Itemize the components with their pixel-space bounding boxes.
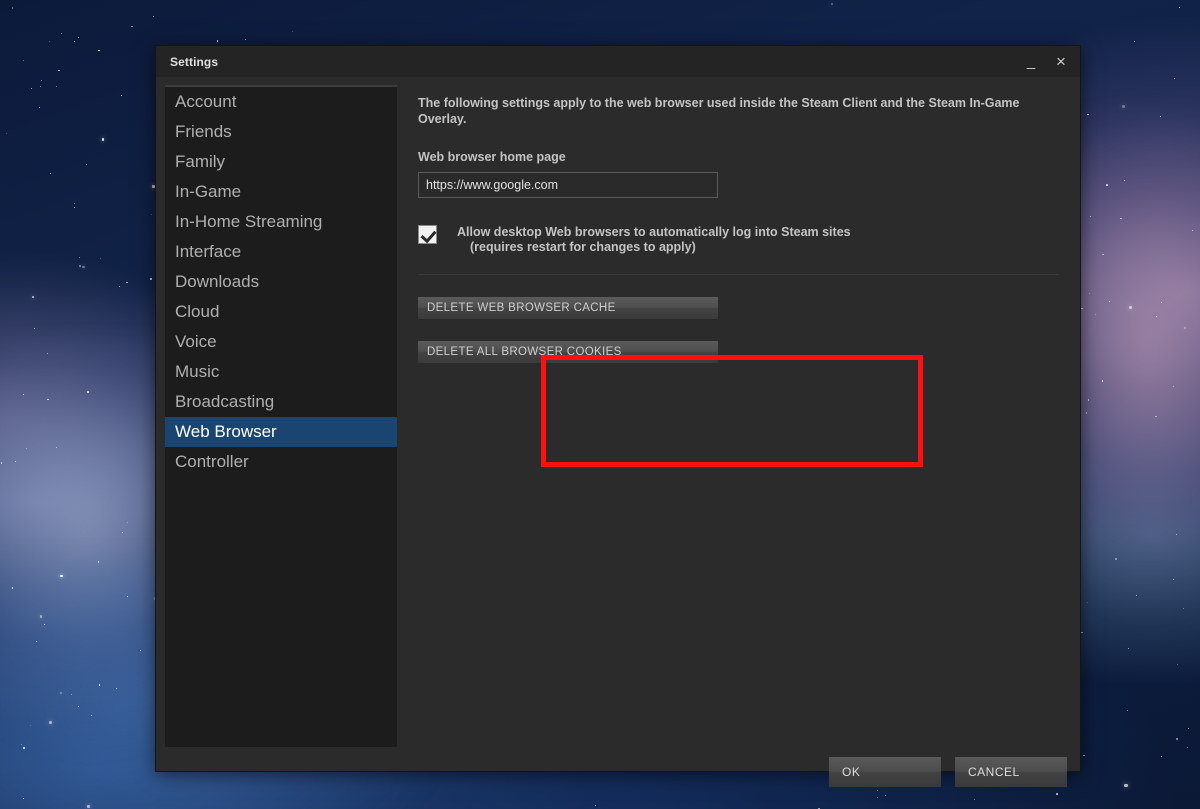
sidebar-item-family[interactable]: Family [165,147,397,177]
close-icon[interactable]: × [1046,49,1076,75]
sidebar-item-label: Controller [175,452,249,472]
cancel-button[interactable]: CANCEL [955,757,1067,787]
sidebar-item-voice[interactable]: Voice [165,327,397,357]
sidebar-item-label: Account [175,92,236,112]
sidebar-item-in-game[interactable]: In-Game [165,177,397,207]
sidebar-item-cloud[interactable]: Cloud [165,297,397,327]
sidebar-item-broadcasting[interactable]: Broadcasting [165,387,397,417]
auto-login-label-line2: (requires restart for changes to apply) [457,240,851,255]
minimize-icon[interactable]: _ [1016,49,1046,75]
sidebar-item-label: Family [175,152,225,172]
sidebar-item-label: Cloud [175,302,219,322]
sidebar-item-label: In-Home Streaming [175,212,322,232]
sidebar-item-in-home-streaming[interactable]: In-Home Streaming [165,207,397,237]
intro-text: The following settings apply to the web … [418,95,1043,127]
settings-content-panel: The following settings apply to the web … [405,85,1071,747]
sidebar-item-label: Web Browser [175,422,277,442]
ok-button[interactable]: OK [829,757,941,787]
sidebar-item-label: Friends [175,122,232,142]
home-page-input[interactable] [418,172,718,198]
sidebar-item-friends[interactable]: Friends [165,117,397,147]
sidebar-item-downloads[interactable]: Downloads [165,267,397,297]
sidebar-item-label: Downloads [175,272,259,292]
delete-all-browser-cookies-button[interactable]: DELETE ALL BROWSER COOKIES [418,341,718,363]
sidebar-item-account[interactable]: Account [165,87,397,117]
sidebar-item-label: Music [175,362,219,382]
auto-login-checkbox-row[interactable]: Allow desktop Web browsers to automatica… [418,224,1059,255]
dialog-body: Account Friends Family In-Game In-Home Strea… [156,77,1080,747]
window-title: Settings [170,55,218,69]
dialog-titlebar: Settings _ × [156,46,1080,77]
dialog-footer: OK CANCEL [156,747,1080,804]
auto-login-label-line1: Allow desktop Web browsers to automatica… [457,225,851,239]
sidebar-item-label: Interface [175,242,241,262]
delete-web-browser-cache-button[interactable]: DELETE WEB BROWSER CACHE [418,297,718,319]
sidebar-item-controller[interactable]: Controller [165,447,397,477]
auto-login-checkbox[interactable] [418,225,437,244]
sidebar-item-label: Voice [175,332,217,352]
settings-sidebar: Account Friends Family In-Game In-Home Strea… [165,85,397,747]
sidebar-item-web-browser[interactable]: Web Browser [165,417,397,447]
sidebar-item-interface[interactable]: Interface [165,237,397,267]
sidebar-item-label: In-Game [175,182,241,202]
sidebar-item-music[interactable]: Music [165,357,397,387]
auto-login-label: Allow desktop Web browsers to automatica… [457,225,851,255]
browser-data-actions: DELETE WEB BROWSER CACHE DELETE ALL BROW… [418,275,1059,363]
settings-dialog: Settings _ × Account Friends Family In-Game… [155,45,1081,772]
sidebar-item-label: Broadcasting [175,392,274,412]
home-page-label: Web browser home page [418,150,1059,164]
